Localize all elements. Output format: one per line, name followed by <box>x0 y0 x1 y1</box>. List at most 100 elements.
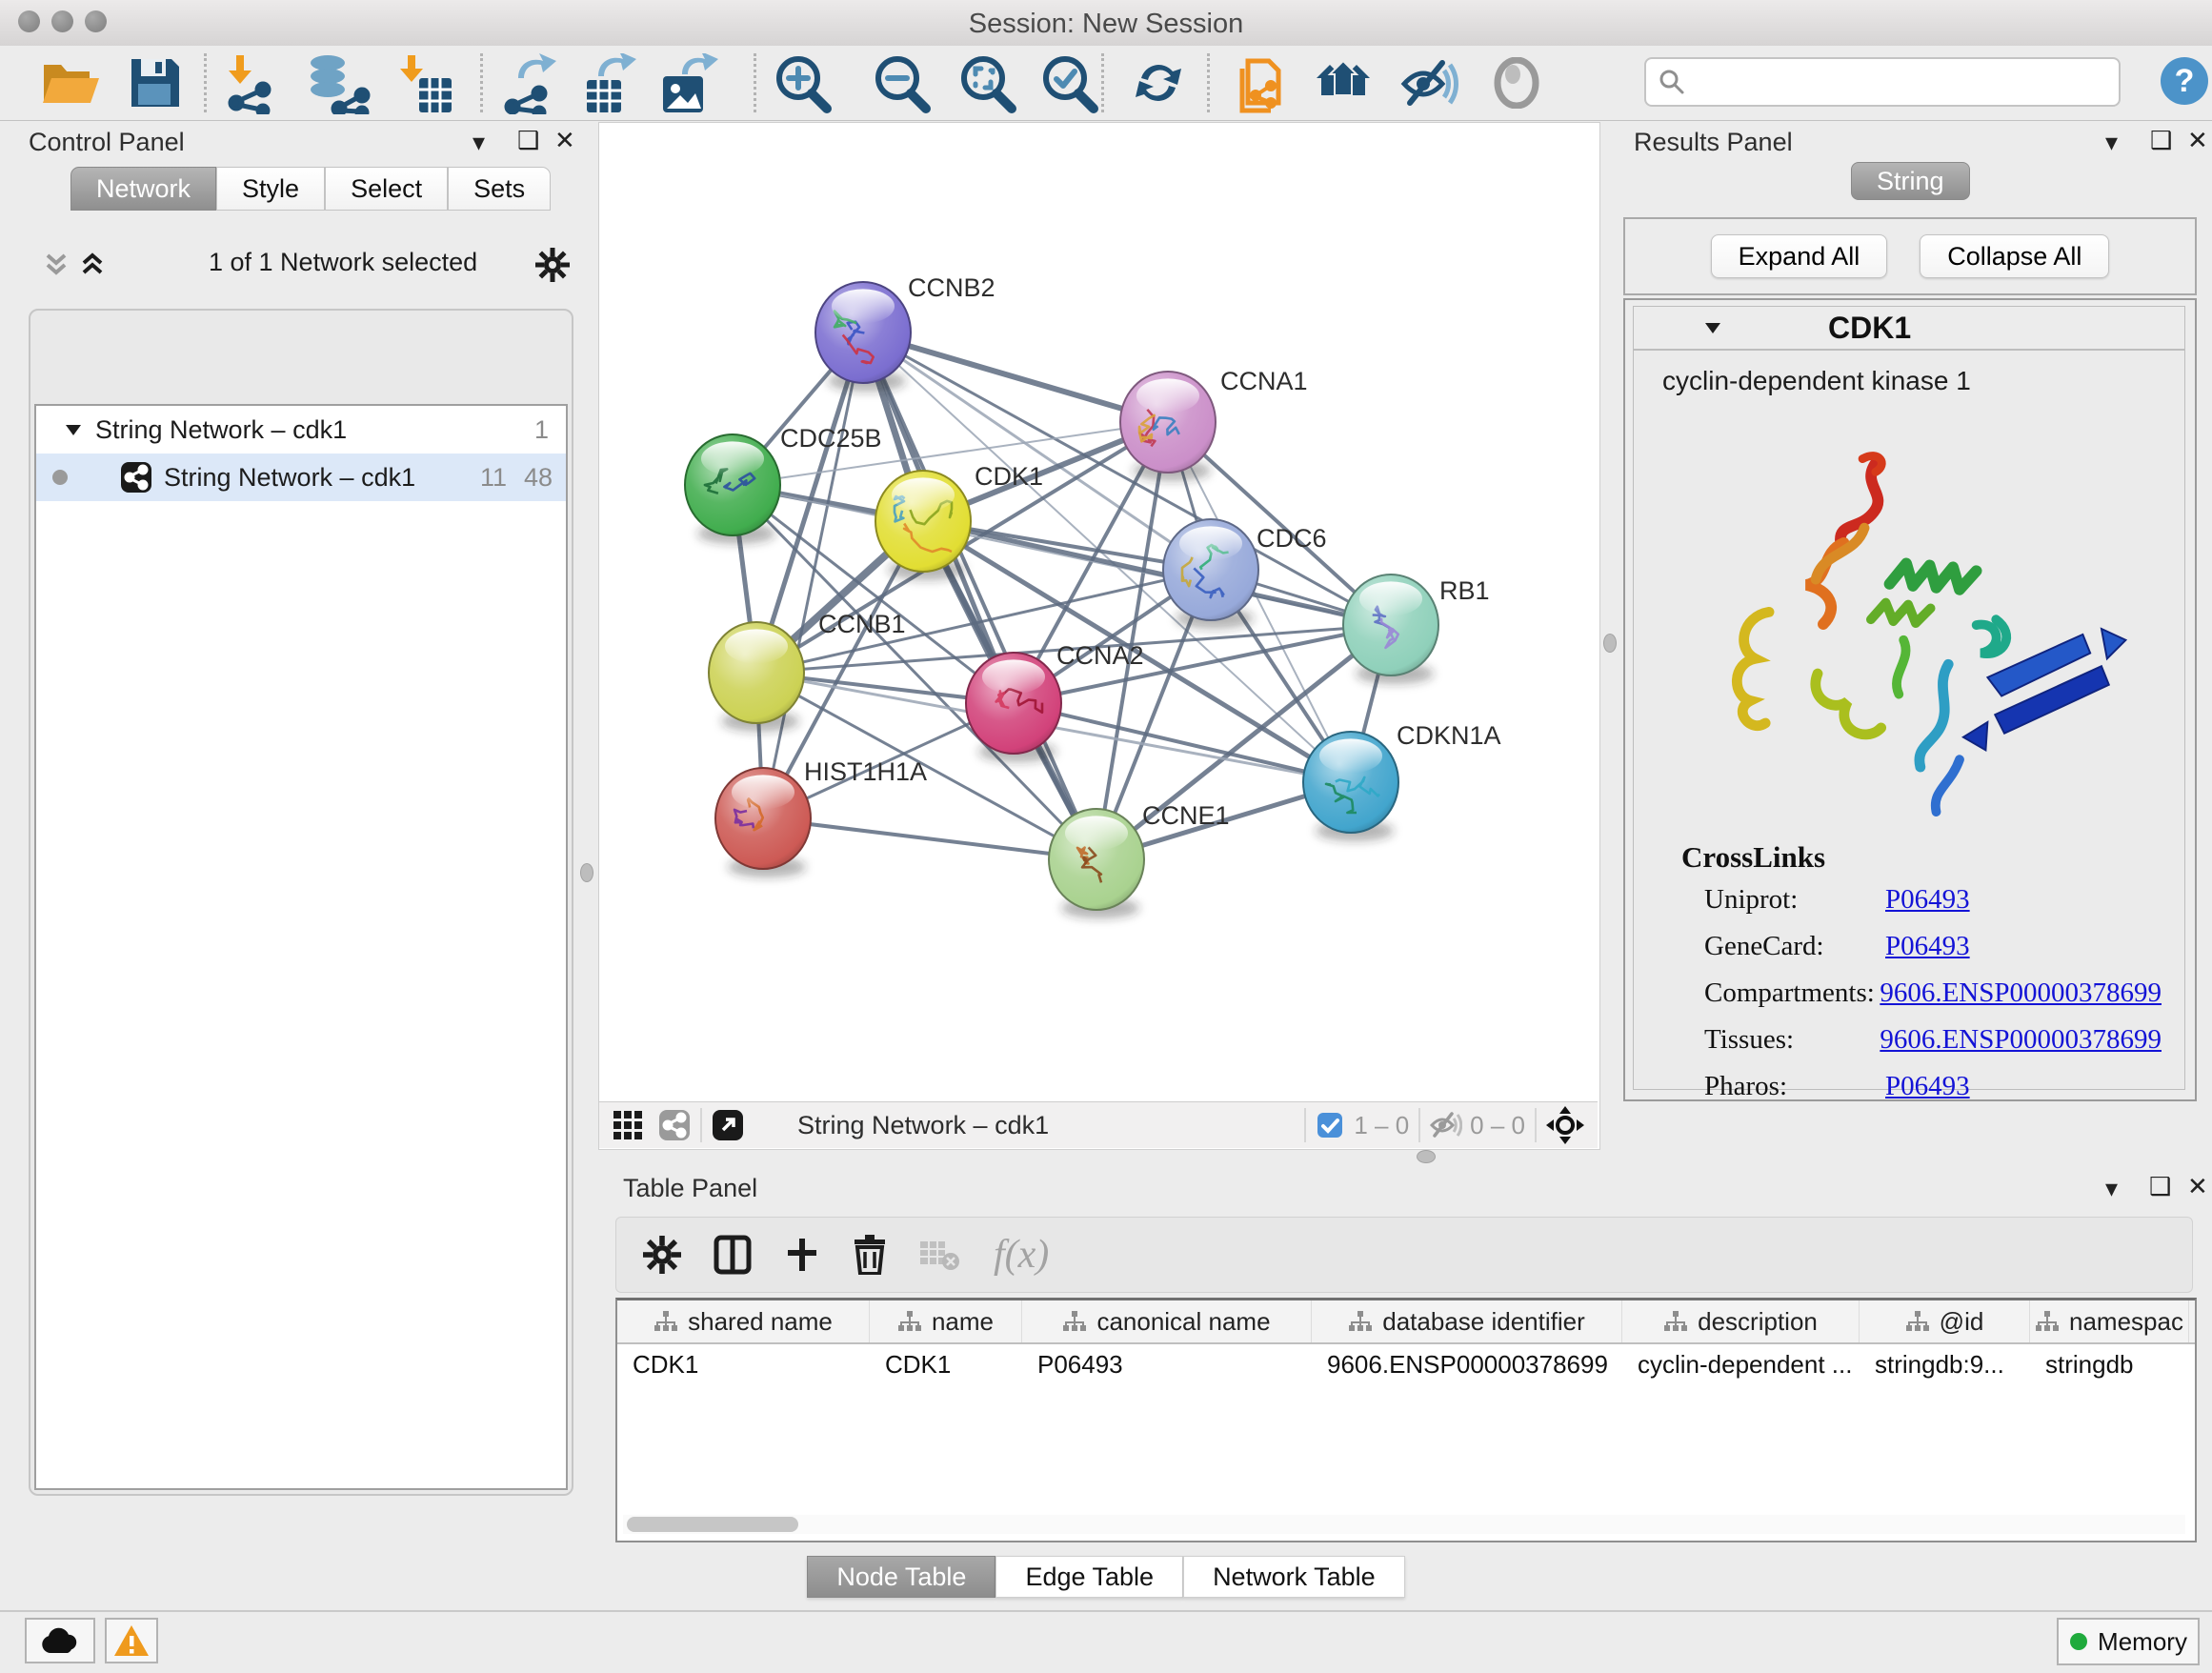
column-header-@id[interactable]: @id <box>1860 1300 2030 1342</box>
table-cell[interactable]: 9606.ENSP00000378699 <box>1312 1344 1622 1384</box>
table-panel-float-icon[interactable]: ❑ <box>2149 1172 2171 1201</box>
network-options-gear-icon[interactable] <box>535 248 570 282</box>
zoom-fit-button[interactable] <box>958 53 1017 114</box>
help-button[interactable]: ? <box>2159 55 2210 107</box>
table-horizontal-scrollbar[interactable] <box>623 1515 2185 1534</box>
show-columns-icon[interactable] <box>714 1235 752 1275</box>
export-image-button[interactable] <box>657 53 722 114</box>
node-CCNA2[interactable] <box>966 653 1061 762</box>
clone-network-button[interactable] <box>1235 51 1294 116</box>
table-options-gear-icon[interactable] <box>643 1236 681 1274</box>
control-panel-close-icon[interactable]: ✕ <box>554 126 575 155</box>
node-table[interactable]: shared namenamecanonical namedatabase id… <box>615 1298 2197 1542</box>
crosslink-link[interactable]: 9606.ENSP00000378699 <box>1880 1024 2162 1056</box>
section-expander-icon[interactable] <box>1702 317 1723 338</box>
search-field[interactable] <box>1644 57 2121 107</box>
tab-edge-table[interactable]: Edge Table <box>995 1556 1183 1598</box>
selected-checkbox-icon[interactable] <box>1316 1111 1344 1139</box>
results-panel-close-icon[interactable]: ✕ <box>2187 126 2208 155</box>
node-CDC25B[interactable] <box>685 434 780 544</box>
export-table-button[interactable] <box>579 53 640 114</box>
zoom-in-button[interactable] <box>774 53 833 114</box>
node-CCNE1[interactable] <box>1049 809 1144 918</box>
results-panel-collapse-icon[interactable]: ▾ <box>2105 128 2118 157</box>
cloud-service-button[interactable] <box>25 1618 95 1663</box>
table-row[interactable]: CDK1CDK1P064939606.ENSP00000378699cyclin… <box>617 1344 2195 1384</box>
detach-view-icon[interactable] <box>712 1109 744 1141</box>
table-panel-close-icon[interactable]: ✕ <box>2187 1172 2208 1201</box>
node-CCNA1[interactable] <box>1120 372 1216 481</box>
column-header-description[interactable]: description <box>1622 1300 1860 1342</box>
edge-HIST1H1A-CCNE1[interactable] <box>763 818 1096 859</box>
import-network-file-button[interactable] <box>223 53 278 114</box>
import-network-database-button[interactable] <box>303 53 372 114</box>
birdseye-grid-icon[interactable] <box>613 1110 643 1140</box>
expand-all-networks-icon[interactable] <box>78 250 107 278</box>
expand-all-button[interactable]: Expand All <box>1711 234 1888 278</box>
memory-button[interactable]: Memory <box>2057 1618 2200 1665</box>
delete-column-icon[interactable] <box>853 1235 887 1275</box>
tab-style[interactable]: Style <box>216 167 325 211</box>
control-panel-collapse-icon[interactable]: ▾ <box>473 128 485 157</box>
zoom-out-button[interactable] <box>873 53 932 114</box>
node-CDC6[interactable] <box>1163 519 1258 629</box>
control-panel-float-icon[interactable]: ❑ <box>517 126 539 155</box>
table-cell[interactable]: CDK1 <box>617 1344 870 1384</box>
column-header-namespac[interactable]: namespac <box>2030 1300 2189 1342</box>
tab-node-table[interactable]: Node Table <box>807 1556 995 1598</box>
tab-string[interactable]: String <box>1851 162 1970 200</box>
column-header-shared-name[interactable]: shared name <box>617 1300 870 1342</box>
node-CCNB1[interactable] <box>709 622 804 732</box>
show-all-networks-button[interactable] <box>1315 57 1377 109</box>
results-panel-float-icon[interactable]: ❑ <box>2150 126 2172 155</box>
crosslink-link[interactable]: P06493 <box>1885 884 1970 916</box>
fit-selected-crosshair-icon[interactable] <box>1546 1106 1584 1144</box>
table-cell[interactable]: P06493 <box>1022 1344 1312 1384</box>
column-header-database-identifier[interactable]: database identifier <box>1312 1300 1622 1342</box>
table-panel-collapse-icon[interactable]: ▾ <box>2105 1174 2118 1203</box>
bottom-splitter-handle[interactable] <box>1417 1150 1436 1163</box>
tab-sets[interactable]: Sets <box>448 167 551 211</box>
hide-selected-button[interactable] <box>1400 55 1459 111</box>
save-session-button[interactable] <box>128 55 181 111</box>
table-cell[interactable]: CDK1 <box>870 1344 1022 1384</box>
preview-button[interactable] <box>1490 57 1543 109</box>
collapse-all-button[interactable]: Collapse All <box>1920 234 2109 278</box>
import-table-file-button[interactable] <box>394 53 453 114</box>
search-input[interactable] <box>1686 67 2090 98</box>
table-cell[interactable]: cyclin-dependent ... <box>1622 1344 1860 1384</box>
network-share-icon[interactable] <box>658 1109 691 1141</box>
protein-section-header[interactable]: CDK1 <box>1633 306 2185 350</box>
left-splitter-handle[interactable] <box>580 863 593 882</box>
table-cell[interactable]: stringdb <box>2030 1344 2189 1384</box>
node-RB1[interactable] <box>1343 574 1438 684</box>
right-splitter-handle[interactable] <box>1603 634 1617 653</box>
node-CDK1[interactable] <box>875 471 971 580</box>
network-collection-row[interactable]: String Network – cdk1 1 <box>36 406 566 454</box>
crosslink-link[interactable]: P06493 <box>1885 1071 1970 1102</box>
node-HIST1H1A[interactable] <box>715 768 811 877</box>
scrollbar-thumb[interactable] <box>627 1517 798 1532</box>
collapse-all-networks-icon[interactable] <box>42 250 70 278</box>
warnings-button[interactable] <box>105 1618 158 1663</box>
export-network-button[interactable] <box>501 53 560 114</box>
zoom-selected-button[interactable] <box>1040 53 1099 114</box>
tab-network[interactable]: Network <box>70 167 216 211</box>
tab-network-table[interactable]: Network Table <box>1183 1556 1405 1598</box>
open-session-button[interactable] <box>38 55 103 111</box>
column-header-name[interactable]: name <box>870 1300 1022 1342</box>
tree-expander-icon[interactable] <box>63 419 84 440</box>
add-column-icon[interactable] <box>784 1237 820 1273</box>
network-row[interactable]: String Network – cdk1 11 48 <box>36 454 566 501</box>
hidden-eye-icon[interactable] <box>1430 1111 1462 1139</box>
network-canvas[interactable]: CCNB2 CCNA1 CDC25B CDK1 CDC6 RB1 CCNB1 C… <box>598 122 1600 1150</box>
tab-select[interactable]: Select <box>325 167 448 211</box>
node-CDKN1A[interactable] <box>1303 732 1398 841</box>
table-cell[interactable]: stringdb:9... <box>1860 1344 2030 1384</box>
network-graph[interactable]: CCNB2 CCNA1 CDC25B CDK1 CDC6 RB1 CCNB1 C… <box>599 123 1598 1101</box>
refresh-button[interactable] <box>1132 55 1185 111</box>
column-header-canonical-name[interactable]: canonical name <box>1022 1300 1312 1342</box>
node-CCNB2[interactable] <box>815 282 911 392</box>
edge-CCNA2-CDKN1A[interactable] <box>1014 703 1351 782</box>
crosslink-link[interactable]: P06493 <box>1885 931 1970 962</box>
